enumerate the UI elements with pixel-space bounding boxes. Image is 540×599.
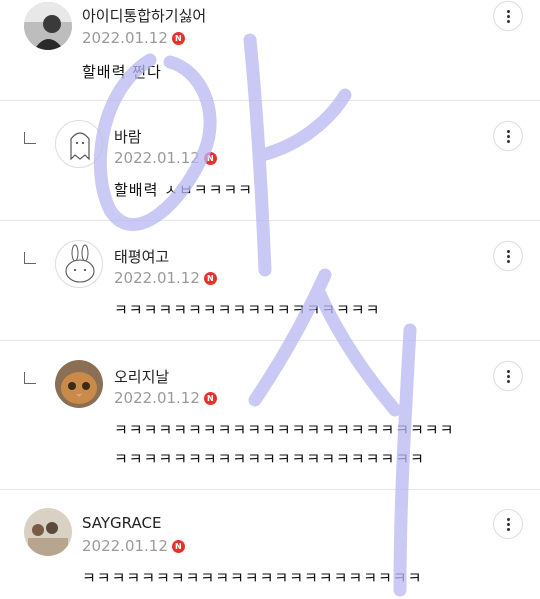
more-vertical-icon [506,129,510,143]
comment-text: 할배력 쩐다 [82,63,162,81]
more-options-button[interactable] [493,241,523,271]
comment-meta: 2022.01.12 N [82,537,185,555]
more-vertical-icon [506,249,510,263]
comment-text-line-2: ㅋㅋㅋㅋㅋㅋㅋㅋㅋㅋㅋㅋㅋㅋㅋㅋㅋㅋㅋㅋㅋ [114,450,425,468]
avatar[interactable] [24,508,72,556]
new-badge: N [203,391,217,405]
more-options-button[interactable] [493,509,523,539]
more-options-button[interactable] [493,121,523,151]
reply-item: 오리지날 2022.01.12 N ㅋㅋㅋㅋㅋㅋㅋㅋㅋㅋㅋㅋㅋㅋㅋㅋㅋㅋㅋㅋㅋㅋ… [0,341,540,490]
avatar[interactable] [55,120,103,168]
more-options-button[interactable] [493,1,523,31]
avatar[interactable] [24,2,72,50]
comment-item: SAYGRACE 2022.01.12 N ㅋㅋㅋㅋㅋㅋㅋㅋㅋㅋㅋㅋㅋㅋㅋㅋㅋㅋ… [0,490,540,599]
more-vertical-icon [506,369,510,383]
reply-arrow-icon [24,252,36,264]
comment-text-line-1: ㅋㅋㅋㅋㅋㅋㅋㅋㅋㅋㅋㅋㅋㅋㅋㅋㅋㅋㅋㅋㅋㅋㅋ [114,421,455,439]
comment-text: ㅋㅋㅋㅋㅋㅋㅋㅋㅋㅋㅋㅋㅋㅋㅋㅋㅋㅋㅋㅋㅋㅋㅋ [82,569,423,587]
comment-text: 할배력 ㅅㅂㅋㅋㅋㅋ [114,181,253,199]
more-vertical-icon [506,517,510,531]
comment-item: 아이디통합하기싫어 2022.01.12 N 할배력 쩐다 [0,0,540,101]
new-badge: N [203,151,217,165]
comment-meta: 2022.01.12 N [82,29,185,47]
avatar[interactable] [55,360,103,408]
comment-date: 2022.01.12 [114,149,200,167]
comment-nickname[interactable]: 아이디통합하기싫어 [82,5,206,26]
reply-item: 태평여고 2022.01.12 N ㅋㅋㅋㅋㅋㅋㅋㅋㅋㅋㅋㅋㅋㅋㅋㅋㅋㅋ [0,221,540,341]
comment-date: 2022.01.12 [114,389,200,407]
reply-item: 바람 2022.01.12 N 할배력 ㅅㅂㅋㅋㅋㅋ [0,101,540,221]
avatar-photo [24,2,72,50]
avatar-photo-group [24,508,72,556]
comment-text: ㅋㅋㅋㅋㅋㅋㅋㅋㅋㅋㅋㅋㅋㅋㅋㅋㅋㅋ [114,301,381,319]
new-badge: N [171,31,185,45]
comment-nickname[interactable]: 태평여고 [114,246,169,267]
comment-meta: 2022.01.12 N [114,269,217,287]
comment-date: 2022.01.12 [82,537,168,555]
default-avatar-ghost [70,132,90,161]
comment-nickname[interactable]: SAYGRACE [82,514,161,532]
reply-arrow-icon [24,132,36,144]
new-badge: N [203,271,217,285]
comment-nickname[interactable]: 오리지날 [114,366,169,387]
avatar[interactable] [55,240,103,288]
comment-nickname[interactable]: 바람 [114,126,142,147]
more-vertical-icon [506,9,510,23]
comment-date: 2022.01.12 [82,29,168,47]
comment-meta: 2022.01.12 N [114,149,217,167]
default-avatar-bunny [65,244,95,283]
comment-date: 2022.01.12 [114,269,200,287]
reply-arrow-icon [24,372,36,384]
avatar-photo-cat [55,360,103,408]
comment-meta: 2022.01.12 N [114,389,217,407]
more-options-button[interactable] [493,361,523,391]
new-badge: N [171,539,185,553]
